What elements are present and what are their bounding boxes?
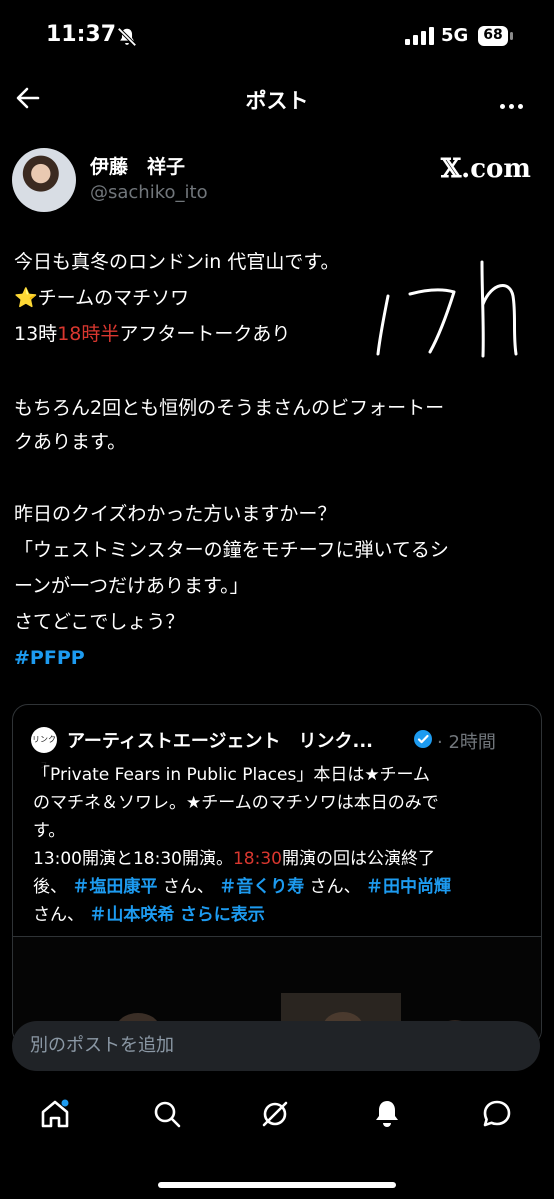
quote-text-span: 13:00開演と18:30開演。 <box>33 849 233 869</box>
star-emoji-icon: ⭐ <box>14 287 38 309</box>
quote-text-span: 18:30 <box>232 849 282 869</box>
signal-icon <box>405 27 434 45</box>
post-line: クあります。 <box>14 431 127 453</box>
search-icon[interactable] <box>150 1097 184 1131</box>
battery-icon: 68 <box>478 26 514 46</box>
hashtag-link[interactable]: ＃塩田康平 <box>72 877 157 897</box>
post-line: さてどこでしょう？ <box>14 611 185 633</box>
post-text-span: アフタートークあり <box>119 323 291 345</box>
post-line: ーンが一つだけあります。」 <box>14 575 249 597</box>
quote-line: さん、 ＃山本咲希 さらに表示 <box>33 903 533 927</box>
quote-line: のマチネ＆ソワレ。★チームのマチソワは本日のみで <box>33 793 439 813</box>
post-line: 昨日のクイズわかった方いますかー？ <box>14 503 337 525</box>
network-type: 5G <box>441 25 469 46</box>
hashtag-link[interactable]: ＃山本咲希 <box>89 905 174 925</box>
hashtag-link[interactable]: #PFPP <box>14 640 540 676</box>
quote-line: 13:00開演と18:30開演。18:30開演の回は公演終了 <box>33 847 533 871</box>
show-more-link[interactable]: さらに表示 <box>180 905 265 925</box>
verified-badge-icon <box>414 730 432 748</box>
more-options-icon[interactable] <box>500 94 528 109</box>
handwritten-annotation <box>376 260 518 358</box>
quote-time: · 2時間 <box>437 732 496 753</box>
hashtag-link[interactable]: ＃田中尚輝 <box>366 877 451 897</box>
quote-text-span: 開演の回は公演終了 <box>281 849 435 869</box>
add-post-input[interactable]: 別のポストを追加 <box>12 1021 540 1071</box>
tab-bar <box>0 1077 554 1199</box>
messages-icon[interactable] <box>480 1097 514 1131</box>
post-text-span: 13時 <box>14 323 58 345</box>
quote-line: す。 <box>33 821 66 841</box>
quote-text-span: 後、 <box>33 877 67 897</box>
home-icon[interactable] <box>38 1097 72 1131</box>
quote-text-span: さん、 <box>33 905 84 925</box>
author-handle[interactable]: @sachiko_ito <box>90 182 208 203</box>
quote-text-span: さん、 <box>162 877 214 897</box>
post-line: もちろん2回とも恒例のそうまさんのビフォートー <box>14 397 445 419</box>
quoted-post[interactable]: リンクス アーティストエージェント リンク... · 2時間 「Private … <box>12 704 542 1046</box>
quote-author: アーティストエージェント リンク... <box>67 731 373 752</box>
page-title: ポスト <box>245 89 309 113</box>
battery-level: 68 <box>483 27 503 43</box>
author-name[interactable]: 伊藤 祥子 <box>90 152 185 179</box>
hashtag-link[interactable]: ＃音くり寿 <box>219 877 304 897</box>
quote-line: 「Private Fears in Public Places」本日は★チーム <box>33 765 431 785</box>
quote-line: 後、 ＃塩田康平 さん、 ＃音くり寿 さん、 ＃田中尚輝 <box>33 875 533 899</box>
post-line: 「ウェストミンスターの鐘をモチーフに弾いてるシ <box>14 539 449 561</box>
bell-slash-icon <box>117 27 137 47</box>
status-time: 11:37 <box>46 22 117 47</box>
source-label: 𝕏.com <box>441 154 531 184</box>
post-text-span: チームのマチソワ <box>37 287 190 309</box>
post-text-span: 18時半 <box>57 323 120 345</box>
grok-icon[interactable] <box>258 1097 292 1131</box>
home-indicator <box>158 1182 396 1188</box>
notifications-icon[interactable] <box>370 1097 404 1131</box>
quote-text-span: さん、 <box>309 877 361 897</box>
quote-avatar: リンクス <box>31 727 57 770</box>
avatar[interactable] <box>12 148 76 212</box>
